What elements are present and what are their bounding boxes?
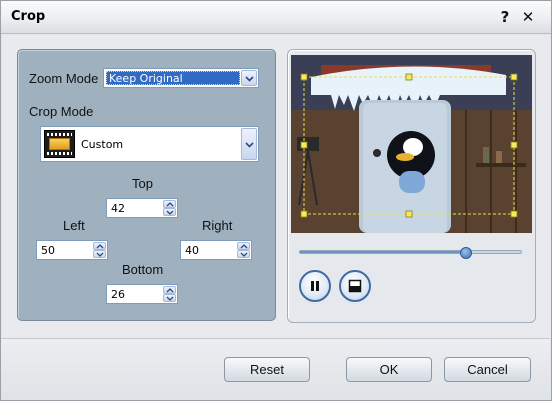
top-spinbox[interactable]: 42: [106, 198, 178, 218]
chevron-up-icon: [96, 244, 104, 249]
ok-button[interactable]: OK: [346, 357, 432, 382]
crop-mode-select[interactable]: Custom: [40, 126, 259, 162]
top-decrement-button[interactable]: [163, 208, 176, 216]
crop-mode-dropdown-button[interactable]: [241, 128, 257, 160]
chevron-down-icon: [96, 252, 104, 257]
crop-mode-label: Crop Mode: [29, 104, 94, 119]
cancel-button[interactable]: Cancel: [444, 357, 531, 382]
stop-icon: [348, 279, 362, 293]
top-label: Top: [132, 176, 153, 191]
zoom-mode-label: Zoom Mode: [29, 71, 99, 86]
seek-slider[interactable]: [299, 250, 522, 254]
left-value: 50: [41, 244, 55, 257]
bottom-value: 26: [111, 288, 125, 301]
close-button[interactable]: ✕: [519, 8, 537, 26]
pause-button[interactable]: [299, 270, 331, 302]
right-label: Right: [202, 218, 233, 233]
bottom-label: Bottom: [122, 262, 164, 277]
chevron-up-icon: [240, 244, 248, 249]
zoom-mode-value: Keep Original: [106, 71, 240, 85]
right-spinbox[interactable]: 40: [180, 240, 252, 260]
chevron-down-icon: [240, 252, 248, 257]
reset-button[interactable]: Reset: [224, 357, 310, 382]
top-value: 42: [111, 202, 125, 215]
zoom-mode-dropdown-button[interactable]: [241, 70, 257, 86]
bottom-increment-button[interactable]: [163, 286, 176, 294]
video-preview: [291, 55, 532, 233]
seek-progress: [300, 251, 466, 253]
zoom-mode-select[interactable]: Keep Original: [103, 68, 259, 88]
chevron-down-icon: [166, 296, 174, 301]
left-decrement-button[interactable]: [93, 250, 106, 258]
chevron-down-icon: [166, 210, 174, 215]
right-decrement-button[interactable]: [237, 250, 250, 258]
window-title: Crop: [11, 9, 46, 24]
stop-button[interactable]: [339, 270, 371, 302]
chevron-down-icon: [245, 76, 254, 82]
film-strip-icon: [44, 130, 75, 158]
seek-slider-thumb[interactable]: [460, 247, 472, 259]
chevron-up-icon: [166, 288, 174, 293]
pause-icon: [311, 281, 319, 291]
chevron-down-icon: [245, 142, 254, 148]
chevron-up-icon: [166, 202, 174, 207]
crop-mode-value: Custom: [81, 138, 124, 151]
left-label: Left: [63, 218, 85, 233]
right-increment-button[interactable]: [237, 242, 250, 250]
right-value: 40: [185, 244, 199, 257]
left-increment-button[interactable]: [93, 242, 106, 250]
bottom-decrement-button[interactable]: [163, 294, 176, 302]
help-button[interactable]: ?: [496, 8, 514, 26]
bottom-spinbox[interactable]: 26: [106, 284, 178, 304]
video-frame-image: [291, 55, 532, 233]
top-increment-button[interactable]: [163, 200, 176, 208]
left-spinbox[interactable]: 50: [36, 240, 108, 260]
title-bar[interactable]: Crop ? ✕: [1, 1, 551, 34]
